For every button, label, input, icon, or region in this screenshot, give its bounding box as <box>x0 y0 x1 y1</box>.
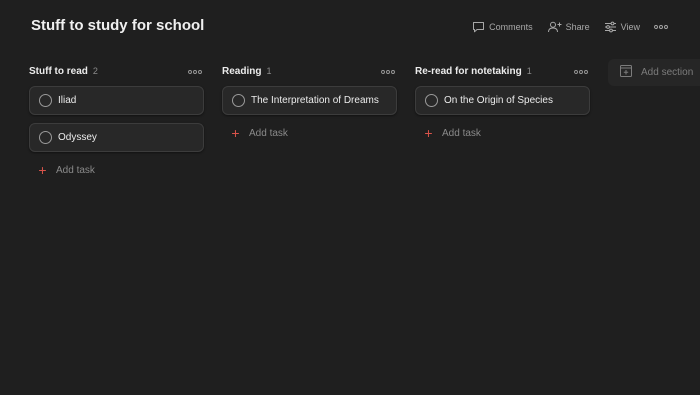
section-more-button[interactable] <box>574 62 588 80</box>
section-header: Stuff to read 2 <box>29 60 204 82</box>
add-section-button[interactable]: Add section <box>608 59 700 86</box>
task-complete-checkbox[interactable] <box>39 94 52 107</box>
page-title: Stuff to study for school <box>31 17 205 34</box>
plus-icon: + <box>424 125 433 141</box>
view-button[interactable]: View <box>604 21 640 33</box>
task-title: On the Origin of Species <box>444 95 553 106</box>
section-task-count: 2 <box>92 65 98 76</box>
task-complete-checkbox[interactable] <box>39 131 52 144</box>
add-section-icon <box>620 65 632 80</box>
sliders-icon <box>604 21 617 33</box>
add-task-button[interactable]: + Add task <box>222 120 397 146</box>
add-task-label: Add task <box>249 127 288 139</box>
add-task-label: Add task <box>442 127 481 139</box>
task-card[interactable]: Iliad <box>29 86 204 115</box>
app-window: Stuff to study for school Comments Share <box>0 0 700 395</box>
section-title[interactable]: Re-read for notetaking <box>415 66 522 77</box>
section-header: Re-read for notetaking 1 <box>415 60 590 82</box>
more-options-button[interactable] <box>654 24 668 30</box>
task-card[interactable]: The Interpretation of Dreams <box>222 86 397 115</box>
share-label: Share <box>565 22 590 32</box>
section-stuff-to-read: Stuff to read 2 Iliad Odyssey + Add task <box>29 60 204 183</box>
add-task-label: Add task <box>56 164 95 176</box>
comment-icon <box>472 21 485 33</box>
plus-icon: + <box>231 125 240 141</box>
section-title[interactable]: Reading <box>222 66 261 77</box>
share-button[interactable]: Share <box>547 21 590 33</box>
plus-icon: + <box>38 162 47 178</box>
add-person-icon <box>547 21 562 33</box>
section-more-button[interactable] <box>188 62 202 80</box>
task-card[interactable]: On the Origin of Species <box>415 86 590 115</box>
more-horizontal-icon <box>574 62 588 80</box>
section-title[interactable]: Stuff to read <box>29 66 88 77</box>
task-title: Iliad <box>58 95 77 106</box>
section-reading: Reading 1 The Interpretation of Dreams +… <box>222 60 397 146</box>
task-title: The Interpretation of Dreams <box>251 95 379 106</box>
section-re-read-for-notetaking: Re-read for notetaking 1 On the Origin o… <box>415 60 590 146</box>
section-task-count: 1 <box>526 65 532 76</box>
view-label: View <box>620 22 640 32</box>
task-card[interactable]: Odyssey <box>29 123 204 152</box>
more-horizontal-icon <box>381 62 395 80</box>
section-header: Reading 1 <box>222 60 397 82</box>
board: Stuff to read 2 Iliad Odyssey + Add task… <box>29 59 700 390</box>
section-task-count: 1 <box>266 65 272 76</box>
add-section-label: Add section <box>641 67 694 78</box>
task-complete-checkbox[interactable] <box>232 94 245 107</box>
header-actions: Comments Share View <box>472 18 668 36</box>
task-complete-checkbox[interactable] <box>425 94 438 107</box>
add-task-button[interactable]: + Add task <box>29 157 204 183</box>
more-horizontal-icon <box>654 24 668 30</box>
section-more-button[interactable] <box>381 62 395 80</box>
task-title: Odyssey <box>58 132 97 143</box>
more-horizontal-icon <box>188 62 202 80</box>
comments-button[interactable]: Comments <box>472 21 533 33</box>
comments-label: Comments <box>489 22 533 32</box>
add-task-button[interactable]: + Add task <box>415 120 590 146</box>
